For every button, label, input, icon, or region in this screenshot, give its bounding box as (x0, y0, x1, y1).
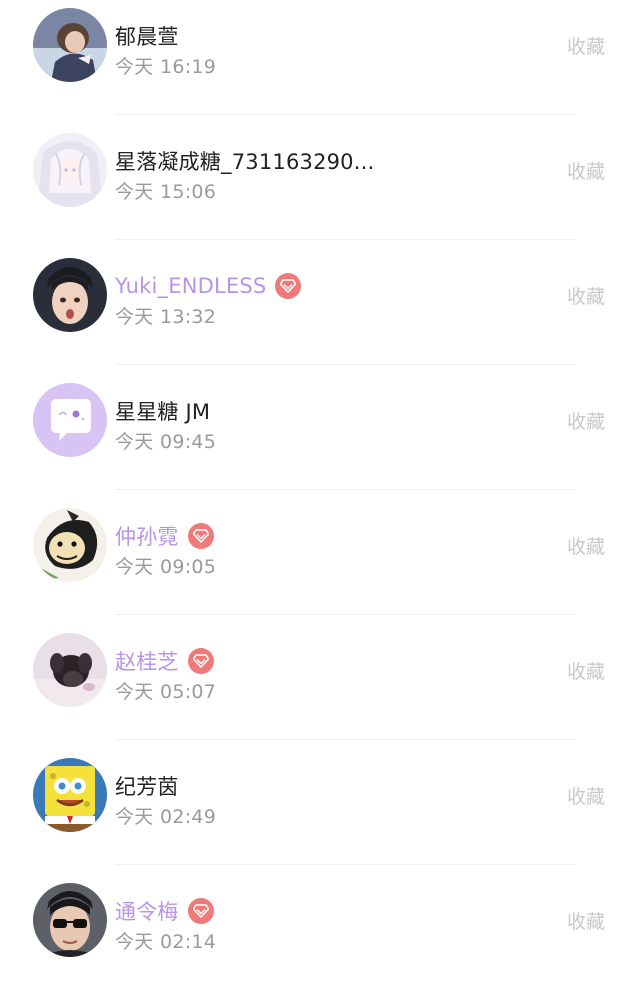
visitor-name[interactable]: 仲孙霓 (115, 521, 179, 551)
name-line: 星星糖 JM (115, 395, 210, 427)
avatar[interactable] (33, 883, 107, 957)
avatar[interactable] (33, 258, 107, 332)
favorite-button[interactable]: 收藏 (567, 157, 605, 184)
cartoon-avatar-monkey-icon (33, 508, 107, 582)
favorite-button[interactable]: 收藏 (567, 907, 605, 934)
visit-time: 今天 15:06 (115, 181, 217, 203)
visit-time: 今天 05:07 (115, 681, 217, 703)
visit-time: 今天 09:05 (115, 556, 217, 578)
vip-diamond-icon (275, 273, 302, 299)
visitor-name[interactable]: 纪芳茵 (115, 771, 179, 801)
list-item[interactable]: 星星糖 JM 今天 09:45 收藏 (0, 365, 640, 490)
visit-time: 今天 13:32 (115, 306, 217, 328)
visitor-name[interactable]: 通令梅 (115, 896, 179, 926)
photo-avatar-dog-icon (33, 633, 107, 707)
avatar[interactable] (33, 633, 107, 707)
favorite-button[interactable]: 收藏 (567, 782, 605, 809)
photo-avatar-sunglasses-icon (33, 883, 107, 957)
favorite-button[interactable]: 收藏 (567, 657, 605, 684)
favorite-button[interactable]: 收藏 (567, 282, 605, 309)
list-item[interactable]: 郁晨萱 今天 16:19 收藏 (0, 0, 640, 115)
vip-diamond-icon (187, 523, 214, 549)
avatar[interactable] (33, 758, 107, 832)
list-item[interactable]: 纪芳茵 今天 02:49 收藏 (0, 740, 640, 865)
list-item[interactable]: 仲孙霓 今天 09:05 收藏 (0, 490, 640, 615)
list-item[interactable]: 星落凝成糖_731163290... 今天 15:06 收藏 (0, 115, 640, 240)
name-line: 仲孙霓 (115, 520, 214, 552)
photo-avatar-boy-icon (33, 258, 107, 332)
name-line: Yuki_ENDLESS (115, 270, 302, 302)
avatar[interactable] (33, 8, 107, 82)
list-item[interactable]: 通令梅 今天 02:14 收藏 (0, 865, 640, 990)
vip-diamond-icon (187, 898, 214, 924)
cartoon-avatar-spongebob-icon (33, 758, 107, 832)
name-line: 通令梅 (115, 895, 214, 927)
name-line: 郁晨萱 (115, 20, 179, 52)
list-item[interactable]: 赵桂芝 今天 05:07 收藏 (0, 615, 640, 740)
photo-avatar-girl-icon (33, 8, 107, 82)
visit-time: 今天 02:14 (115, 931, 217, 953)
visitor-name[interactable]: 星落凝成糖_731163290... (115, 146, 374, 176)
list-item[interactable]: Yuki_ENDLESS 今天 13:32 收藏 (0, 240, 640, 365)
visitor-name[interactable]: 赵桂芝 (115, 646, 179, 676)
visitor-name[interactable]: 郁晨萱 (115, 21, 179, 51)
visit-time: 今天 09:45 (115, 431, 217, 453)
avatar[interactable] (33, 508, 107, 582)
avatar[interactable] (33, 133, 107, 207)
visit-time: 今天 02:49 (115, 806, 217, 828)
avatar[interactable] (33, 383, 107, 457)
visitor-list: 郁晨萱 今天 16:19 收藏 星落凝成糖_731163290... 今天 15… (0, 0, 640, 990)
favorite-button[interactable]: 收藏 (567, 32, 605, 59)
default-chat-avatar-icon (33, 383, 107, 457)
favorite-button[interactable]: 收藏 (567, 407, 605, 434)
name-line: 纪芳茵 (115, 770, 179, 802)
name-line: 赵桂芝 (115, 645, 214, 677)
vip-diamond-icon (187, 648, 214, 674)
visit-time: 今天 16:19 (115, 56, 217, 78)
visitor-name[interactable]: Yuki_ENDLESS (115, 274, 266, 298)
favorite-button[interactable]: 收藏 (567, 532, 605, 559)
name-line: 星落凝成糖_731163290... (115, 145, 374, 177)
visitor-name[interactable]: 星星糖 JM (115, 396, 210, 426)
photo-avatar-anime-icon (33, 133, 107, 207)
